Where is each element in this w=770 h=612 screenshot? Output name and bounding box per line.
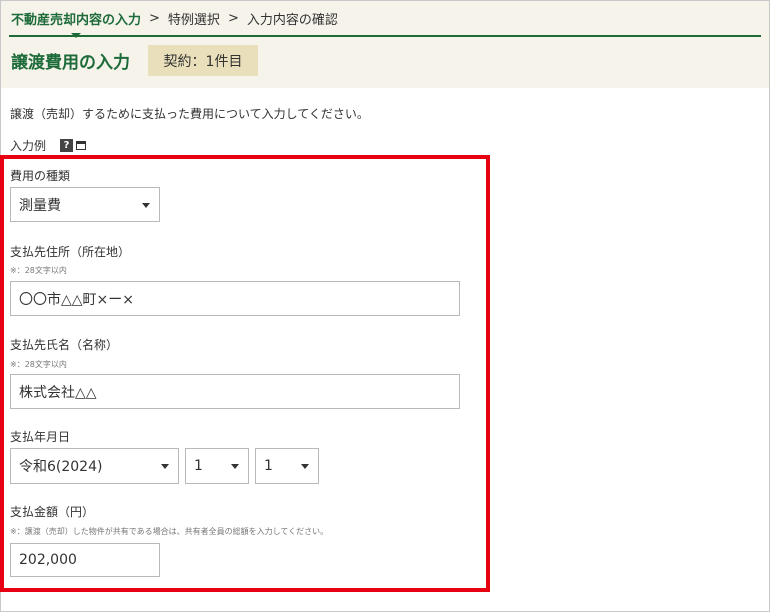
payment-day-value: 1 (264, 458, 273, 474)
chevron-down-icon (301, 464, 309, 469)
breadcrumb-step-tokurei: 特例選択 (167, 12, 220, 28)
amount-label: 支払金額（円） (10, 505, 95, 519)
page-title: 譲渡費用の入力 (11, 53, 130, 73)
chevron-down-icon (142, 202, 150, 208)
amount-note: ※：譲渡（売却）した物件が共有である場合は、共有者全員の総額を入力してください。 (10, 527, 329, 536)
payee-address-input[interactable]: 〇〇市△△町×ー× (10, 281, 460, 316)
input-example: 入力例 ? (10, 137, 87, 153)
breadcrumb-step-confirm: 入力内容の確認 (246, 12, 338, 28)
payment-day-select[interactable]: 1 (255, 448, 319, 484)
payee-name-value: 株式会社△△ (19, 384, 97, 401)
breadcrumb: 不動産売却内容の入力 > 特例選択 > 入力内容の確認 (11, 8, 338, 38)
amount-value: 202,000 (19, 552, 77, 568)
expense-type-select[interactable]: 測量費 (10, 187, 160, 222)
payment-month-value: 1 (194, 458, 203, 474)
chevron-down-icon (161, 464, 169, 469)
payment-date-label: 支払年月日 (10, 430, 71, 444)
amount-input[interactable]: 202,000 (10, 543, 160, 577)
intro-text: 譲渡（売却）するために支払った費用について入力してください。 (10, 107, 369, 121)
expense-type-label: 費用の種類 (10, 169, 71, 183)
payee-name-label: 支払先氏名（名称） (10, 338, 119, 352)
payment-year-select[interactable]: 令和6(2024) (10, 448, 179, 484)
chevron-down-icon (231, 464, 239, 469)
help-icon[interactable]: ? (60, 138, 74, 152)
contract-badge: 契約：1件目 (148, 45, 258, 76)
breadcrumb-current-step: 不動産売却内容の入力 (11, 9, 142, 38)
payee-address-value: 〇〇市△△町×ー× (19, 291, 134, 308)
payment-month-select[interactable]: 1 (185, 448, 249, 484)
payee-address-note: ※：28文字以内 (10, 266, 67, 275)
popup-window-icon[interactable] (76, 140, 87, 150)
breadcrumb-underline (9, 35, 761, 37)
chevron-right-icon: > (227, 10, 239, 26)
payment-year-value: 令和6(2024) (19, 459, 103, 475)
page-header: 不動産売却内容の入力 > 特例選択 > 入力内容の確認 譲渡費用の入力 契約：1… (1, 1, 769, 88)
breadcrumb-current-label: 不動産売却内容の入力 (11, 12, 142, 28)
input-example-label: 入力例 (10, 138, 47, 153)
expense-type-value: 測量費 (19, 197, 61, 214)
payee-name-input[interactable]: 株式会社△△ (10, 374, 460, 409)
chevron-right-icon: > (149, 10, 160, 26)
payee-address-label: 支払先住所（所在地） (10, 245, 131, 259)
payee-name-note: ※：28文字以内 (10, 360, 67, 369)
